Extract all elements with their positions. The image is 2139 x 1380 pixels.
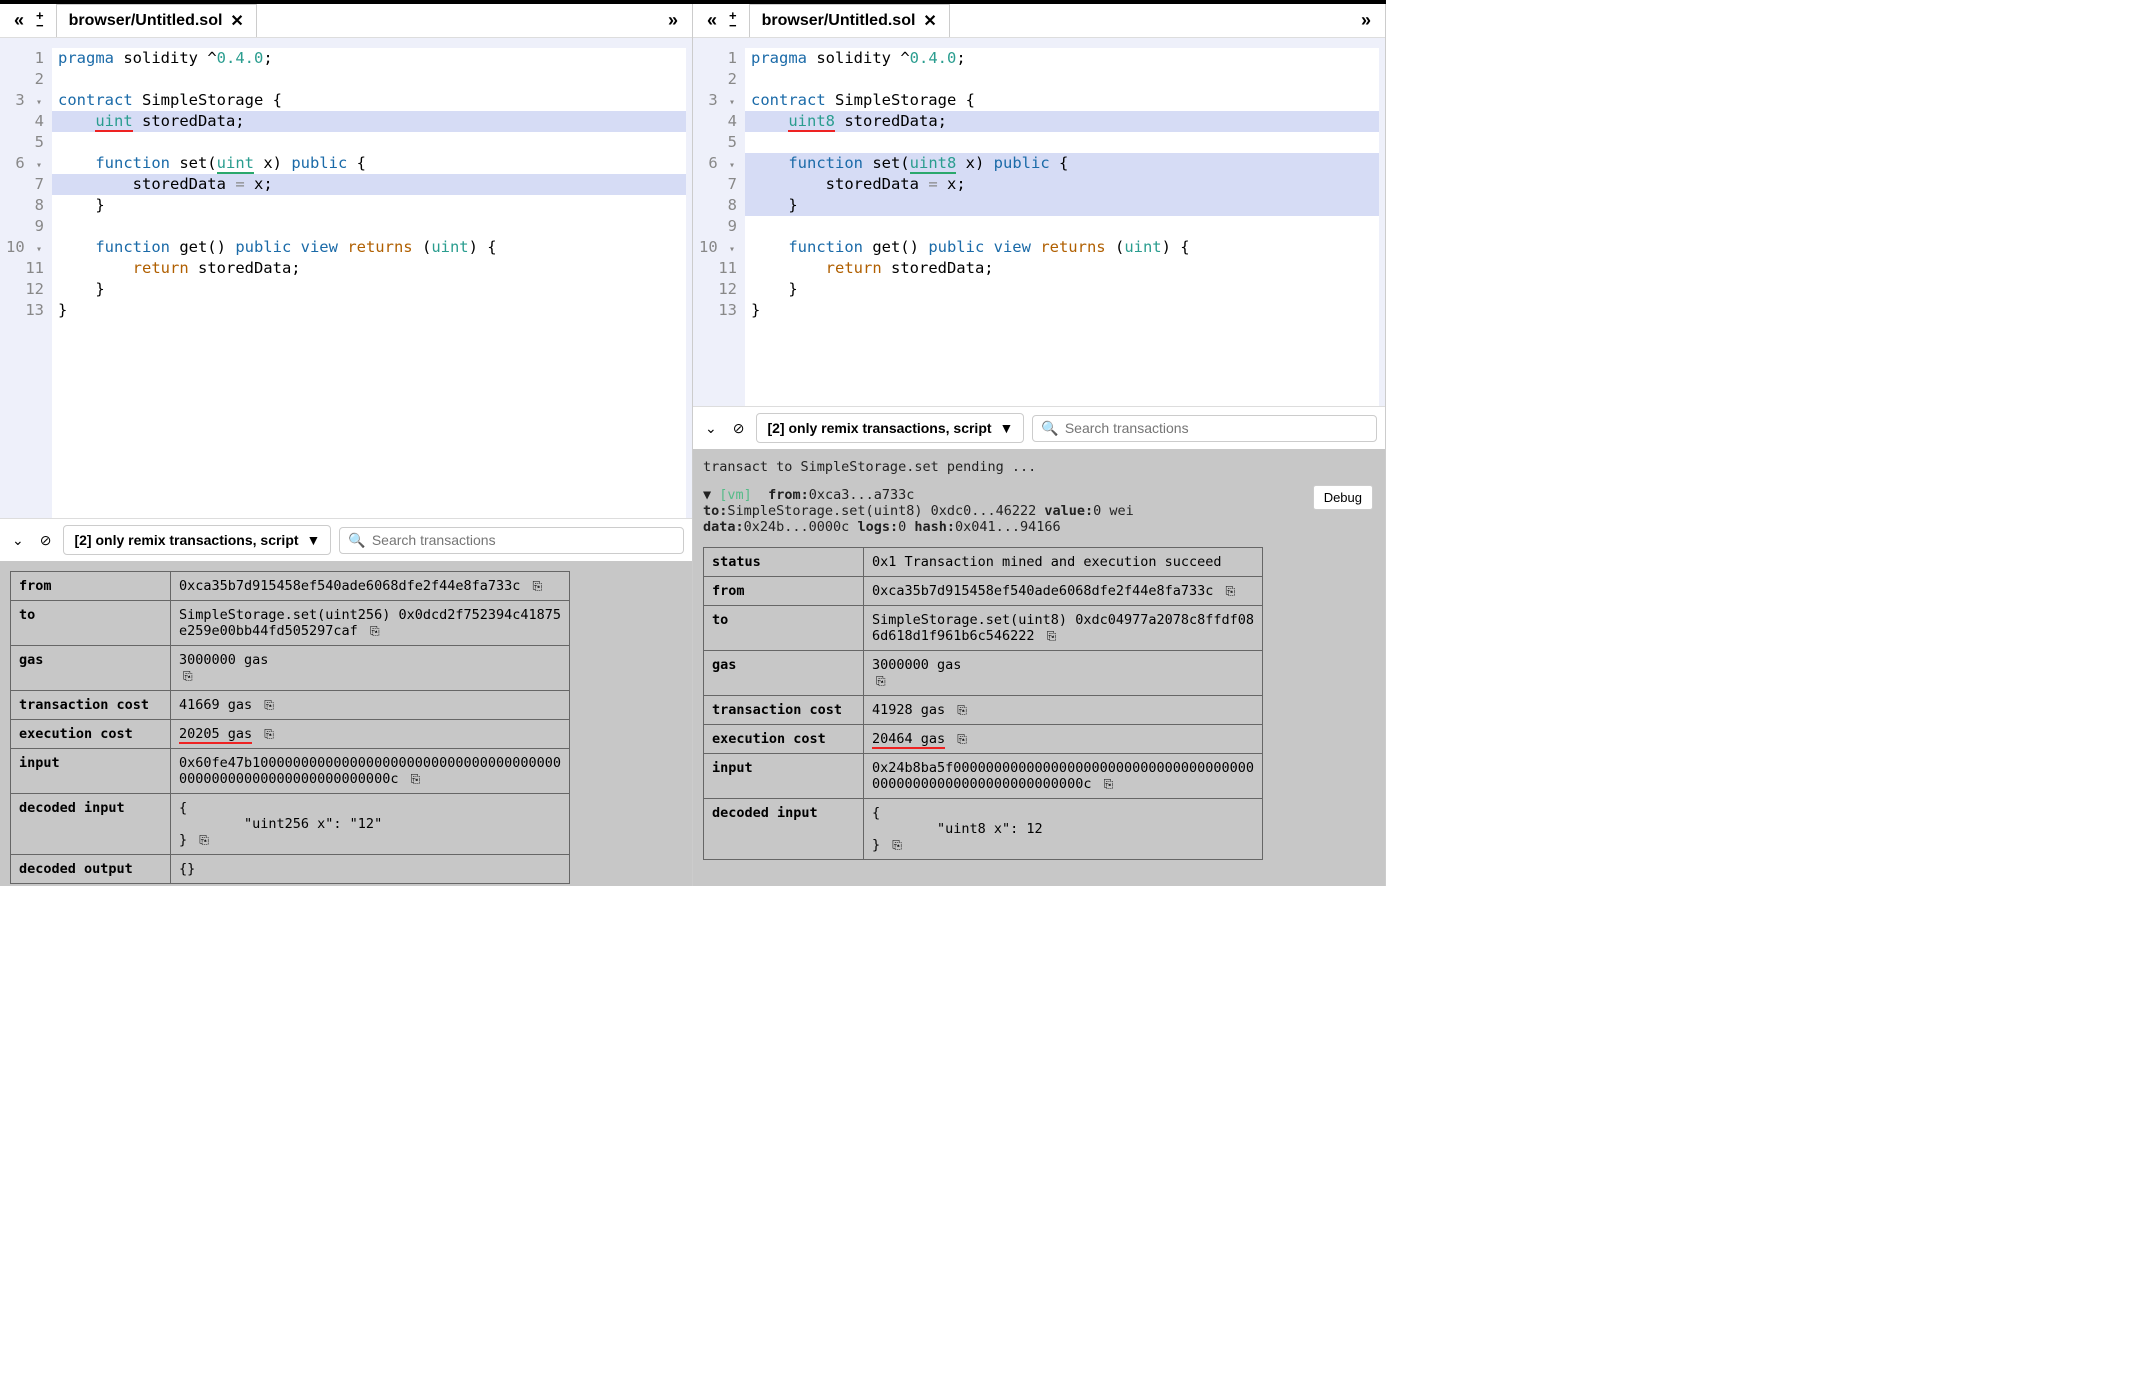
copy-icon[interactable]: ⎘ [1226, 584, 1236, 598]
copy-icon[interactable]: ⎘ [183, 669, 193, 683]
tx-table: status0x1 Transaction mined and executio… [703, 547, 1263, 860]
copy-icon[interactable]: ⎘ [264, 727, 274, 741]
code-body[interactable]: pragma solidity ^0.4.0; contract SimpleS… [745, 48, 1379, 406]
search-icon: 🔍 [348, 532, 365, 549]
console-filter-label: [2] only remix transactions, script [74, 532, 298, 548]
console-clear-icon[interactable]: ⊘ [729, 418, 749, 439]
search-icon: 🔍 [1041, 420, 1058, 437]
line-gutter: 123 ▾456 ▾78910 ▾111213 [0, 48, 52, 518]
right-pane: « +− browser/Untitled.sol ✕ » 123 ▾456 ▾… [693, 4, 1386, 886]
caret-down-icon[interactable]: ▼ [703, 487, 711, 503]
tx-summary[interactable]: ▼ [vm] from:0xca3...a733c to:SimpleStora… [703, 481, 1375, 541]
caret-down-icon: ▼ [1000, 420, 1014, 436]
debug-button[interactable]: Debug [1313, 485, 1373, 510]
copy-icon[interactable]: ⎘ [533, 579, 543, 593]
table-row: execution cost20464 gas ⎘ [704, 725, 1263, 754]
table-row: input0x60fe47b10000000000000000000000000… [11, 749, 570, 794]
file-tab[interactable]: browser/Untitled.sol ✕ [749, 4, 950, 37]
console-search-wrap[interactable]: 🔍 [339, 527, 684, 554]
table-row: transaction cost41669 gas ⎘ [11, 691, 570, 720]
collapse-left-icon[interactable]: « [701, 10, 723, 31]
console-filter-select[interactable]: [2] only remix transactions, script ▼ [756, 413, 1024, 443]
table-row: decoded input{ "uint8 x": 12 } ⎘ [704, 799, 1263, 860]
table-row: transaction cost41928 gas ⎘ [704, 696, 1263, 725]
console-clear-icon[interactable]: ⊘ [36, 530, 56, 551]
copy-icon[interactable]: ⎘ [892, 838, 902, 852]
line-gutter: 123 ▾456 ▾78910 ▾111213 [693, 48, 745, 406]
copy-icon[interactable]: ⎘ [1104, 777, 1114, 791]
zoom-controls[interactable]: +− [723, 11, 743, 31]
caret-down-icon: ▼ [307, 532, 321, 548]
table-row: toSimpleStorage.set(uint8) 0xdc04977a207… [704, 606, 1263, 651]
collapse-right-icon[interactable]: » [662, 10, 684, 31]
zoom-out-icon[interactable]: − [729, 21, 737, 31]
table-row: decoded output{} [11, 855, 570, 884]
search-input[interactable] [1065, 420, 1368, 436]
search-input[interactable] [372, 532, 675, 548]
copy-icon[interactable]: ⎘ [411, 772, 421, 786]
table-row: gas3000000 gas⎘ [11, 646, 570, 691]
tx-table: from0xca35b7d915458ef540ade6068dfe2f44e8… [10, 571, 570, 884]
code-editor[interactable]: 123 ▾456 ▾78910 ▾111213 pragma solidity … [693, 38, 1385, 406]
table-row: status0x1 Transaction mined and executio… [704, 548, 1263, 577]
file-tab-title: browser/Untitled.sol [69, 12, 223, 30]
console-filter-label: [2] only remix transactions, script [767, 420, 991, 436]
table-row: toSimpleStorage.set(uint256) 0x0dcd2f752… [11, 601, 570, 646]
tx-output[interactable]: transact to SimpleStorage.set pending ..… [693, 449, 1385, 886]
copy-icon[interactable]: ⎘ [199, 833, 209, 847]
tx-output[interactable]: from0xca35b7d915458ef540ade6068dfe2f44e8… [0, 561, 692, 886]
table-row: from0xca35b7d915458ef540ade6068dfe2f44e8… [704, 577, 1263, 606]
tx-pending-msg: transact to SimpleStorage.set pending ..… [703, 453, 1375, 481]
copy-icon[interactable]: ⎘ [957, 703, 967, 717]
zoom-out-icon[interactable]: − [36, 21, 44, 31]
table-row: from0xca35b7d915458ef540ade6068dfe2f44e8… [11, 572, 570, 601]
zoom-controls[interactable]: +− [30, 11, 50, 31]
tab-bar: « +− browser/Untitled.sol ✕ » [693, 4, 1385, 38]
tab-bar: « +− browser/Untitled.sol ✕ » [0, 4, 692, 38]
file-tab-title: browser/Untitled.sol [762, 12, 916, 30]
collapse-right-icon[interactable]: » [1355, 10, 1377, 31]
code-body[interactable]: pragma solidity ^0.4.0; contract SimpleS… [52, 48, 686, 518]
table-row: decoded input{ "uint256 x": "12" } ⎘ [11, 794, 570, 855]
close-icon[interactable]: ✕ [923, 11, 936, 31]
code-editor[interactable]: 123 ▾456 ▾78910 ▾111213 pragma solidity … [0, 38, 692, 518]
console-search-wrap[interactable]: 🔍 [1032, 415, 1377, 442]
console-expand-icon[interactable]: ⌄ [8, 530, 28, 551]
table-row: gas3000000 gas⎘ [704, 651, 1263, 696]
copy-icon[interactable]: ⎘ [957, 732, 967, 746]
copy-icon[interactable]: ⎘ [876, 674, 886, 688]
collapse-left-icon[interactable]: « [8, 10, 30, 31]
table-row: input0x24b8ba5f0000000000000000000000000… [704, 754, 1263, 799]
copy-icon[interactable]: ⎘ [264, 698, 274, 712]
console-bar: ⌄ ⊘ [2] only remix transactions, script … [0, 518, 692, 561]
close-icon[interactable]: ✕ [230, 11, 243, 31]
console-filter-select[interactable]: [2] only remix transactions, script ▼ [63, 525, 331, 555]
console-bar: ⌄ ⊘ [2] only remix transactions, script … [693, 406, 1385, 449]
copy-icon[interactable]: ⎘ [1047, 629, 1057, 643]
file-tab[interactable]: browser/Untitled.sol ✕ [56, 4, 257, 37]
console-expand-icon[interactable]: ⌄ [701, 418, 721, 439]
table-row: execution cost20205 gas ⎘ [11, 720, 570, 749]
copy-icon[interactable]: ⎘ [370, 624, 380, 638]
left-pane: « +− browser/Untitled.sol ✕ » 123 ▾456 ▾… [0, 4, 693, 886]
